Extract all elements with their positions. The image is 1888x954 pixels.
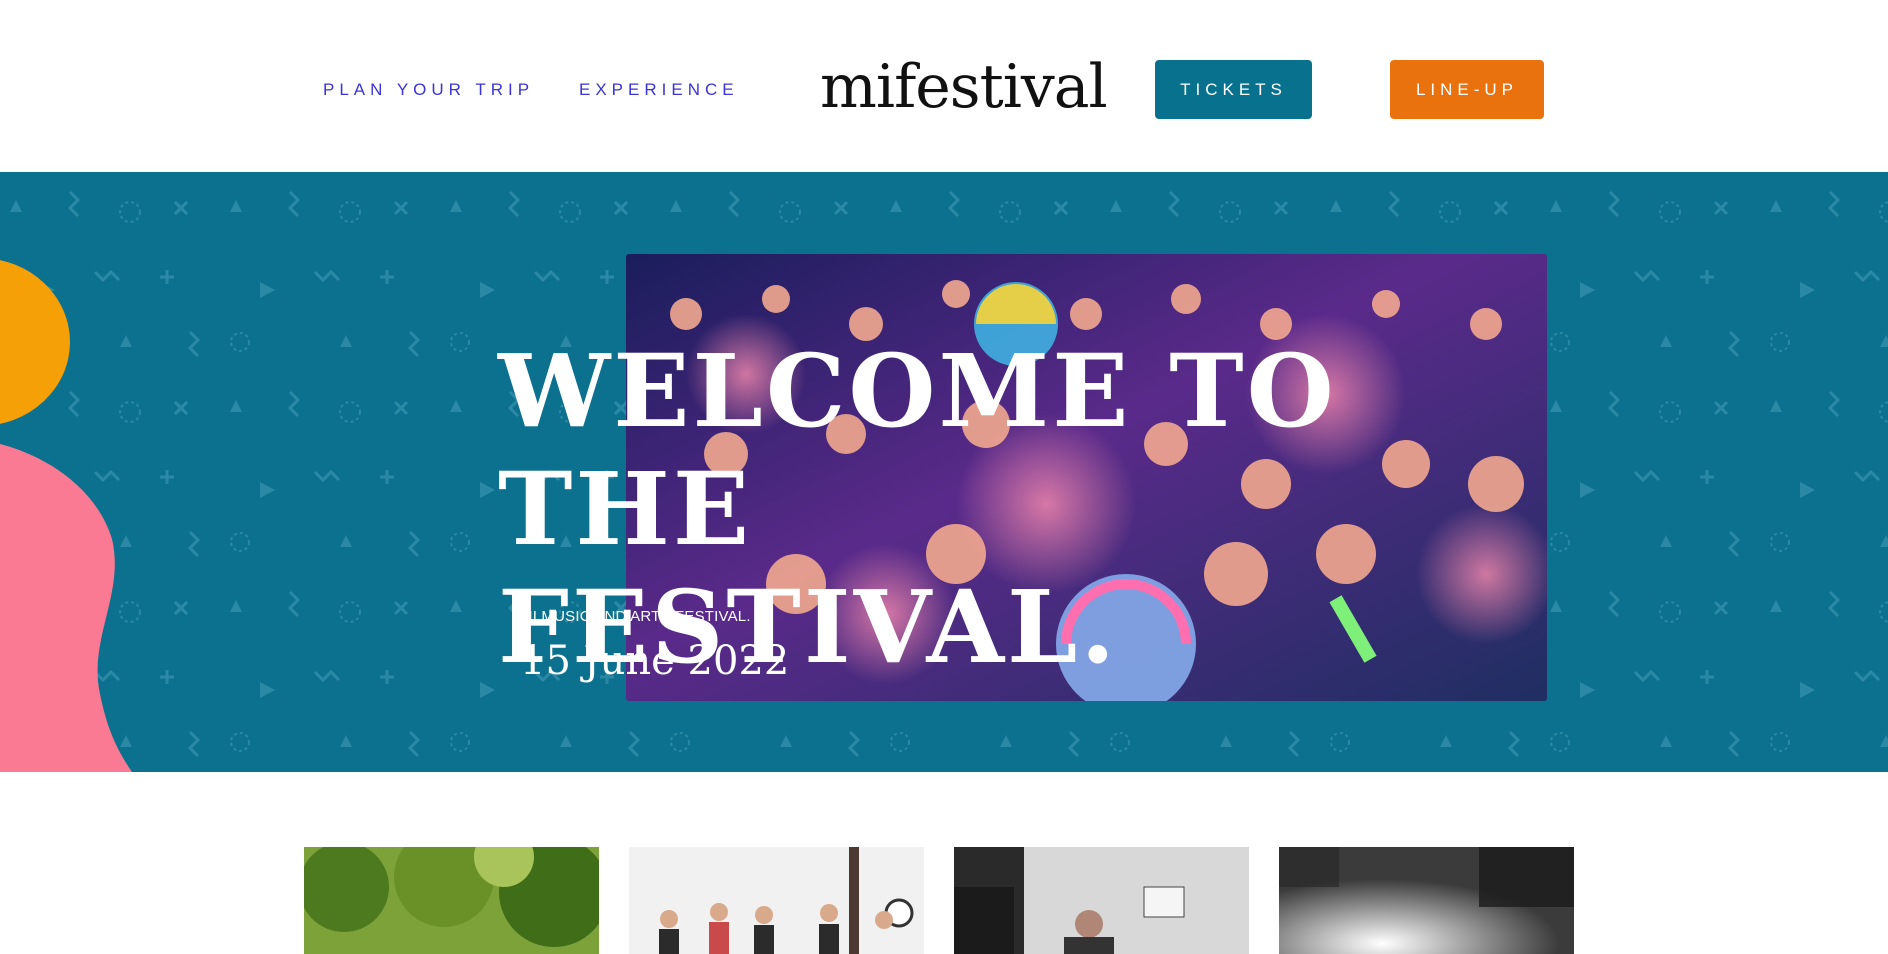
hero-section: WELCOME TO THE FESTIVAL. MI MUSIC AND AR… — [0, 172, 1888, 772]
nav-experience[interactable]: EXPERIENCE — [579, 80, 739, 100]
hero-date: 15 June 2022 — [520, 638, 790, 684]
stage-lights-photo[interactable] — [1279, 847, 1574, 954]
fitness-class-photo[interactable] — [629, 847, 924, 954]
nav-plan-your-trip[interactable]: PLAN YOUR TRIP — [323, 80, 534, 100]
lineup-button[interactable]: LINE-UP — [1390, 60, 1544, 119]
hero-title: WELCOME TO THE FESTIVAL. — [498, 332, 1337, 686]
hero-subtitle: MI MUSIC AND ARTS FESTIVAL. — [520, 608, 751, 625]
site-header: PLAN YOUR TRIP EXPERIENCE mifestival TIC… — [0, 0, 1888, 172]
pink-blob-decoration — [0, 444, 132, 772]
festival-logo[interactable]: mifestival — [820, 52, 1108, 122]
tickets-button[interactable]: TICKETS — [1155, 60, 1312, 119]
forest-photo[interactable] — [304, 847, 599, 954]
food-vendor-photo[interactable] — [954, 847, 1249, 954]
